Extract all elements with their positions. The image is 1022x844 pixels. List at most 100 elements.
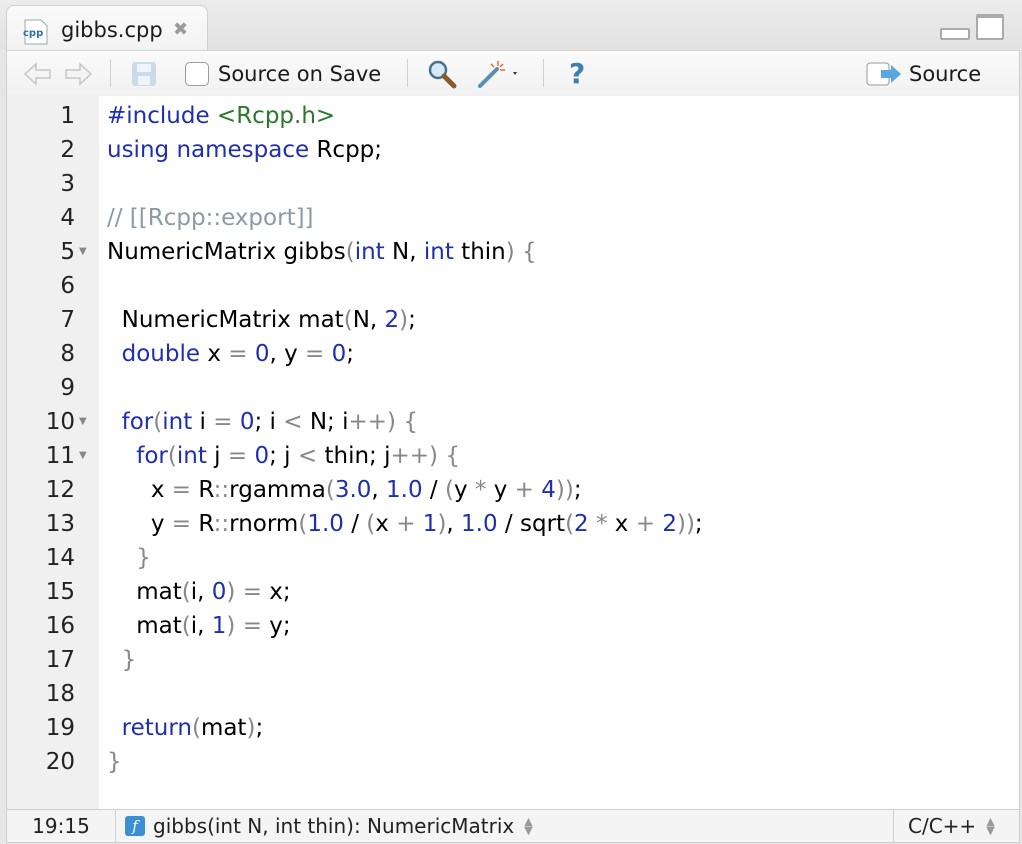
code-token: ( — [565, 511, 575, 537]
code-line[interactable]: 16 mat(i, 1) = y; — [7, 609, 1019, 643]
code-text: for(int j = 0; j < thin; j++) { — [107, 439, 460, 473]
code-token: x — [375, 511, 397, 537]
line-number: 15 — [45, 579, 75, 605]
code-token: y; — [261, 613, 291, 639]
code-token: ( — [181, 613, 191, 639]
code-line[interactable]: 4 // [[Rcpp::export]] — [7, 201, 1019, 235]
code-token: i — [192, 409, 214, 435]
code-token: < — [283, 409, 303, 435]
code-token: ( — [153, 409, 163, 435]
fold-toggle-icon[interactable]: ▼ — [79, 439, 87, 473]
maximize-pane-button[interactable] — [976, 14, 1004, 40]
close-tab-icon[interactable]: ✖ — [173, 19, 188, 40]
code-line[interactable]: 14 } — [7, 541, 1019, 575]
back-button[interactable] — [23, 51, 53, 96]
code-token: ; — [694, 511, 703, 537]
code-line[interactable]: 2 using namespace Rcpp; — [7, 133, 1019, 167]
code-line[interactable]: 5 ▼ NumericMatrix gibbs(int N, int thin) { — [7, 235, 1019, 269]
code-token: = — [242, 579, 262, 605]
save-button[interactable] — [131, 51, 157, 96]
code-line[interactable]: 3 — [7, 167, 1019, 201]
code-line[interactable]: 17 } — [7, 643, 1019, 677]
source-on-save-toggle[interactable]: Source on Save — [185, 51, 381, 96]
code-token: , — [446, 511, 462, 537]
code-line[interactable]: 1 #include <Rcpp.h> — [7, 99, 1019, 133]
code-line[interactable]: 8 double x = 0, y = 0; — [7, 337, 1019, 371]
code-token: ( — [325, 477, 335, 503]
code-editor[interactable]: 1 #include <Rcpp.h> 2 using namespace Rcpp;… — [6, 96, 1020, 809]
code-line[interactable]: 6 — [7, 269, 1019, 303]
code-line[interactable]: 13 y = R::rnorm(1.0 / (x + 1), 1.0 / sqr… — [7, 507, 1019, 541]
code-tools-button[interactable] — [477, 51, 521, 96]
forward-button[interactable] — [63, 51, 93, 96]
line-number: 16 — [45, 613, 75, 639]
fold-toggle-icon[interactable]: ▼ — [79, 405, 87, 439]
code-line[interactable]: 19 return(mat); — [7, 711, 1019, 745]
minimize-pane-button[interactable] — [940, 28, 970, 40]
language-selector[interactable]: C/C++ ▲ ▼ — [893, 810, 1019, 842]
code-line[interactable]: 18 — [7, 677, 1019, 711]
code-text: return(mat); — [107, 711, 264, 745]
code-token: int — [354, 239, 385, 265]
magic-wand-icon — [478, 60, 517, 88]
editor-toolbar: Source on Save ? Source — [6, 50, 1020, 97]
code-token: ) — [387, 409, 397, 435]
line-number: 5 — [60, 239, 75, 265]
magnifier-icon — [428, 60, 457, 88]
function-navigator[interactable]: f gibbs(int N, int thin): NumericMatrix … — [125, 810, 533, 842]
code-token: 0 — [211, 579, 227, 605]
code-line[interactable]: 7 NumericMatrix mat(N, 2); — [7, 303, 1019, 337]
code-text: NumericMatrix gibbs(int N, int thin) { — [107, 235, 537, 269]
arrow-left-icon — [23, 61, 51, 86]
code-line[interactable]: 9 — [7, 371, 1019, 405]
code-token: mat — [107, 613, 182, 639]
code-token: ; — [573, 477, 582, 503]
help-button[interactable]: ? — [569, 51, 585, 96]
code-token: thin; j — [317, 443, 391, 469]
code-token: } — [107, 749, 122, 775]
code-token: 1.0 — [461, 511, 498, 537]
code-line[interactable]: 20} — [7, 745, 1019, 779]
source-button-label: Source — [909, 61, 982, 86]
code-text: } — [107, 745, 122, 779]
code-token: = — [171, 511, 192, 537]
code-token: mat — [107, 579, 182, 605]
code-token: 0 — [331, 341, 347, 367]
code-token: int — [162, 409, 193, 435]
status-bar: 19:15 f gibbs(int N, int thin): NumericM… — [6, 809, 1020, 843]
code-token: } — [136, 545, 151, 571]
code-line[interactable]: 10 ▼ for(int i = 0; i < N; i++) { — [7, 405, 1019, 439]
source-button[interactable]: Source — [865, 51, 981, 96]
updown-arrows-icon: ▲ ▼ — [524, 815, 533, 837]
code-token: ( — [345, 239, 355, 265]
updown-arrows-icon: ▲ ▼ — [986, 815, 995, 837]
code-token: x — [200, 341, 229, 367]
code-token: mat — [200, 715, 247, 741]
code-token: int — [423, 239, 454, 265]
code-line[interactable]: 15 mat(i, 0) = x; — [7, 575, 1019, 609]
line-number: 19 — [45, 715, 75, 741]
code-token: 1 — [211, 613, 227, 639]
tab-gibbs-cpp[interactable]: cpp gibbs.cpp ✖ — [6, 5, 208, 52]
source-on-save-checkbox[interactable] — [185, 61, 209, 86]
line-number: 7 — [60, 307, 75, 333]
code-token: { — [403, 409, 418, 435]
code-token: )) — [676, 511, 695, 537]
line-number: 10 — [45, 409, 75, 435]
code-line[interactable]: 12 x = R::rgamma(3.0, 1.0 / (y * y + 4))… — [7, 473, 1019, 507]
find-replace-button[interactable] — [427, 51, 457, 96]
code-token: y — [453, 477, 475, 503]
fold-toggle-icon[interactable]: ▼ — [79, 235, 87, 269]
code-token: 2 — [384, 307, 400, 333]
line-number: 4 — [60, 205, 75, 231]
code-token: y — [107, 511, 172, 537]
code-line[interactable]: 11 ▼ for(int j = 0; j < thin; j++) { — [7, 439, 1019, 473]
code-token: / — [343, 511, 367, 537]
line-number: 20 — [45, 749, 75, 775]
code-token: / sqrt — [497, 511, 566, 537]
code-token: N, — [384, 239, 424, 265]
